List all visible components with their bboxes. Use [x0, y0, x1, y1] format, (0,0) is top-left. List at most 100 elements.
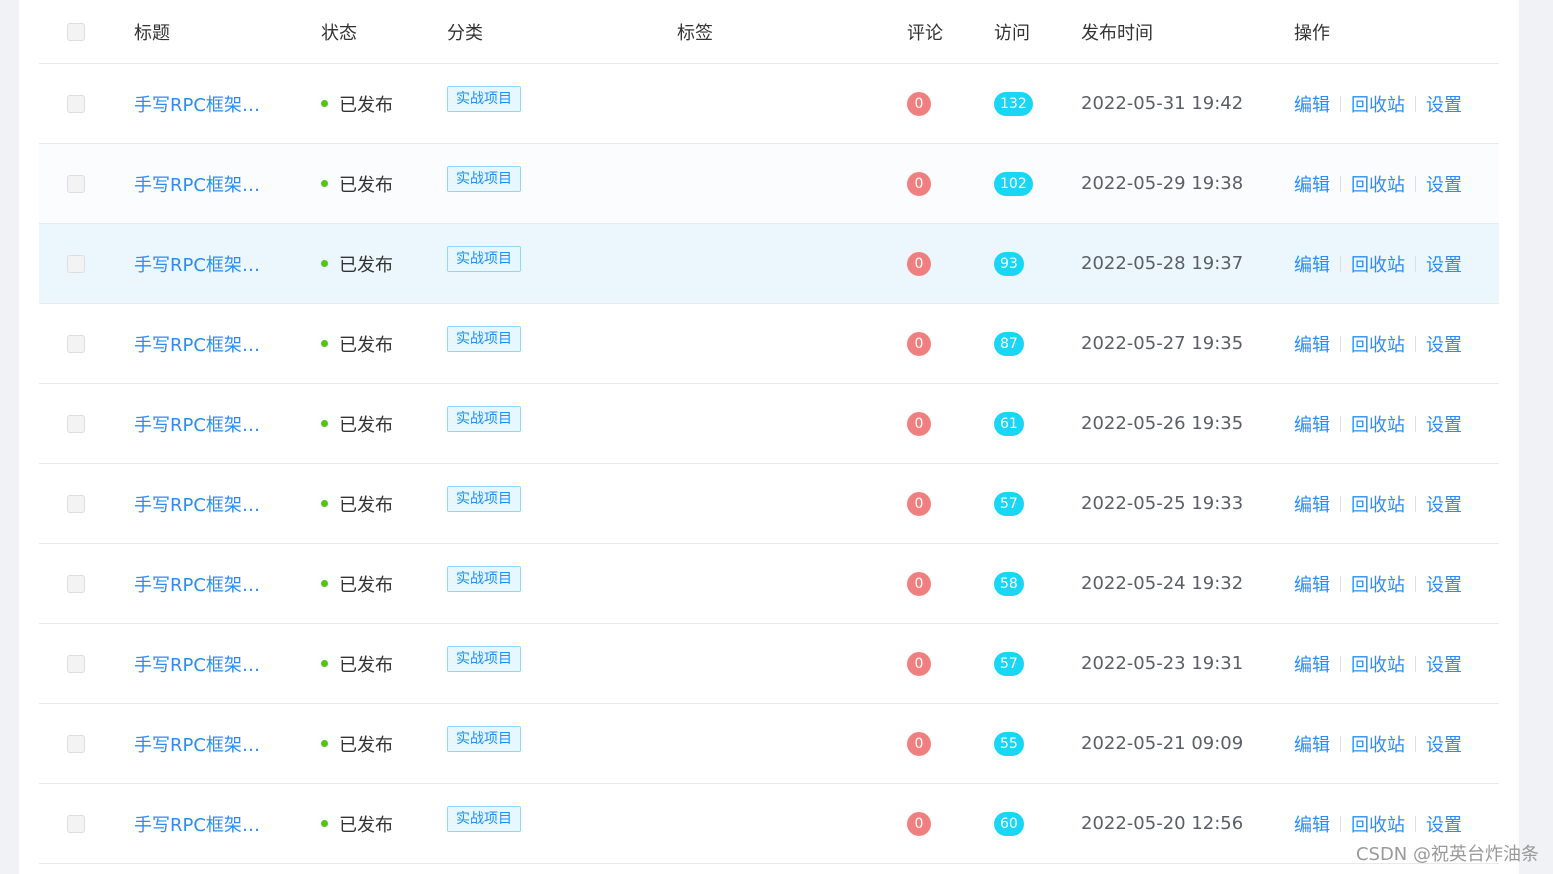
article-title-link[interactable]: 手写RPC框架（... — [134, 651, 274, 677]
article-title-link[interactable]: 手写RPC框架（... — [134, 411, 274, 437]
article-title-link[interactable]: 手写RPC框架（... — [134, 491, 274, 517]
status-text: 已发布 — [339, 414, 393, 436]
recycle-link[interactable]: 回收站 — [1351, 731, 1405, 757]
visits-cell: 87 — [994, 304, 1024, 383]
settings-link[interactable]: 设置 — [1426, 171, 1462, 197]
recycle-link[interactable]: 回收站 — [1351, 811, 1405, 837]
article-title-link[interactable]: 手写RPC框架（... — [134, 811, 274, 837]
settings-link[interactable]: 设置 — [1426, 411, 1462, 437]
recycle-link[interactable]: 回收站 — [1351, 571, 1405, 597]
comments-cell: 0 — [907, 64, 931, 143]
header-visits: 访问 — [994, 22, 1030, 44]
comment-count-badge: 0 — [907, 91, 931, 116]
publish-time-cell: 2022-05-26 19:35 — [1081, 413, 1244, 434]
settings-link[interactable]: 设置 — [1426, 331, 1462, 357]
settings-link[interactable]: 设置 — [1426, 251, 1462, 277]
settings-link[interactable]: 设置 — [1426, 491, 1462, 517]
publish-time-cell: 2022-05-21 09:09 — [1081, 733, 1244, 754]
visits-cell: 57 — [994, 464, 1024, 543]
category-cell: 实战项目 — [447, 624, 521, 703]
published-dot-icon — [321, 260, 328, 267]
table-row: 手写RPC框架（... 已发布 实战项目 0 61 2022-05-26 19:… — [39, 384, 1499, 464]
status-cell: 已发布 — [321, 384, 393, 463]
table-row: 手写RPC框架（... 已发布 实战项目 0 93 2022-05-28 19:… — [39, 224, 1499, 304]
visits-cell: 55 — [994, 704, 1024, 783]
row-checkbox[interactable] — [67, 254, 85, 273]
category-cell: 实战项目 — [447, 464, 521, 543]
recycle-link[interactable]: 回收站 — [1351, 251, 1405, 277]
recycle-link[interactable]: 回收站 — [1351, 491, 1405, 517]
visits-cell: 132 — [994, 64, 1033, 143]
row-select-cell — [67, 144, 85, 223]
settings-link[interactable]: 设置 — [1426, 91, 1462, 117]
row-checkbox[interactable] — [67, 494, 85, 513]
edit-link[interactable]: 编辑 — [1294, 411, 1330, 437]
status-text: 已发布 — [339, 254, 393, 276]
recycle-link[interactable]: 回收站 — [1351, 411, 1405, 437]
visit-count-badge: 60 — [994, 811, 1024, 836]
action-divider — [1340, 415, 1341, 432]
table-row: 手写RPC框架（... 已发布 实战项目 0 102 2022-05-29 19… — [39, 144, 1499, 224]
article-title-link[interactable]: 手写RPC框架（... — [134, 171, 274, 197]
header-tags: 标签 — [677, 22, 713, 44]
edit-link[interactable]: 编辑 — [1294, 731, 1330, 757]
comment-count-badge: 0 — [907, 331, 931, 356]
recycle-link[interactable]: 回收站 — [1351, 91, 1405, 117]
recycle-link[interactable]: 回收站 — [1351, 171, 1405, 197]
article-title-link[interactable]: 手写RPC框架（... — [134, 91, 274, 117]
article-title-link[interactable]: 手写RPC框架（... — [134, 331, 274, 357]
visit-count-badge: 61 — [994, 411, 1024, 436]
table-row: 手写RPC框架（... 已发布 实战项目 0 132 2022-05-31 19… — [39, 64, 1499, 144]
action-divider — [1340, 175, 1341, 192]
edit-link[interactable]: 编辑 — [1294, 251, 1330, 277]
header-category: 分类 — [447, 22, 483, 44]
row-checkbox[interactable] — [67, 334, 85, 353]
actions-cell: 编辑 回收站 设置 — [1294, 304, 1462, 383]
action-divider — [1340, 575, 1341, 592]
visit-count-badge: 93 — [994, 251, 1024, 276]
title-cell: 手写RPC框架（... — [134, 304, 284, 383]
edit-link[interactable]: 编辑 — [1294, 571, 1330, 597]
settings-link[interactable]: 设置 — [1426, 651, 1462, 677]
publish-time-cell: 2022-05-25 19:33 — [1081, 493, 1244, 514]
row-checkbox[interactable] — [67, 174, 85, 193]
select-all-checkbox[interactable] — [67, 22, 85, 41]
settings-link[interactable]: 设置 — [1426, 571, 1462, 597]
edit-link[interactable]: 编辑 — [1294, 331, 1330, 357]
visit-count-badge: 58 — [994, 571, 1024, 596]
title-cell: 手写RPC框架（... — [134, 384, 284, 463]
row-checkbox[interactable] — [67, 814, 85, 833]
status-cell: 已发布 — [321, 784, 393, 863]
table-row: 手写RPC框架（... 已发布 实战项目 0 57 2022-05-23 19:… — [39, 624, 1499, 704]
status-cell: 已发布 — [321, 304, 393, 383]
category-cell: 实战项目 — [447, 384, 521, 463]
recycle-link[interactable]: 回收站 — [1351, 331, 1405, 357]
row-checkbox[interactable] — [67, 94, 85, 113]
category-cell: 实战项目 — [447, 224, 521, 303]
edit-link[interactable]: 编辑 — [1294, 491, 1330, 517]
visits-cell: 93 — [994, 224, 1024, 303]
row-checkbox[interactable] — [67, 654, 85, 673]
table-header: 标题 状态 分类 标签 评论 访问 发布时间 操作 — [39, 0, 1499, 64]
action-divider — [1415, 415, 1416, 432]
edit-link[interactable]: 编辑 — [1294, 651, 1330, 677]
row-checkbox[interactable] — [67, 574, 85, 593]
row-checkbox[interactable] — [67, 414, 85, 433]
publish-time-cell: 2022-05-20 12:56 — [1081, 813, 1244, 834]
comments-cell: 0 — [907, 784, 931, 863]
status-text: 已发布 — [339, 94, 393, 116]
status-cell: 已发布 — [321, 144, 393, 223]
edit-link[interactable]: 编辑 — [1294, 811, 1330, 837]
table-row: 手写RPC框架（... 已发布 实战项目 0 87 2022-05-27 19:… — [39, 304, 1499, 384]
article-title-link[interactable]: 手写RPC框架（... — [134, 251, 274, 277]
edit-link[interactable]: 编辑 — [1294, 171, 1330, 197]
settings-link[interactable]: 设置 — [1426, 731, 1462, 757]
settings-link[interactable]: 设置 — [1426, 811, 1462, 837]
article-title-link[interactable]: 手写RPC框架（... — [134, 571, 274, 597]
article-title-link[interactable]: 手写RPC框架（... — [134, 731, 274, 757]
recycle-link[interactable]: 回收站 — [1351, 651, 1405, 677]
edit-link[interactable]: 编辑 — [1294, 91, 1330, 117]
action-divider — [1340, 735, 1341, 752]
action-divider — [1340, 655, 1341, 672]
row-checkbox[interactable] — [67, 734, 85, 753]
